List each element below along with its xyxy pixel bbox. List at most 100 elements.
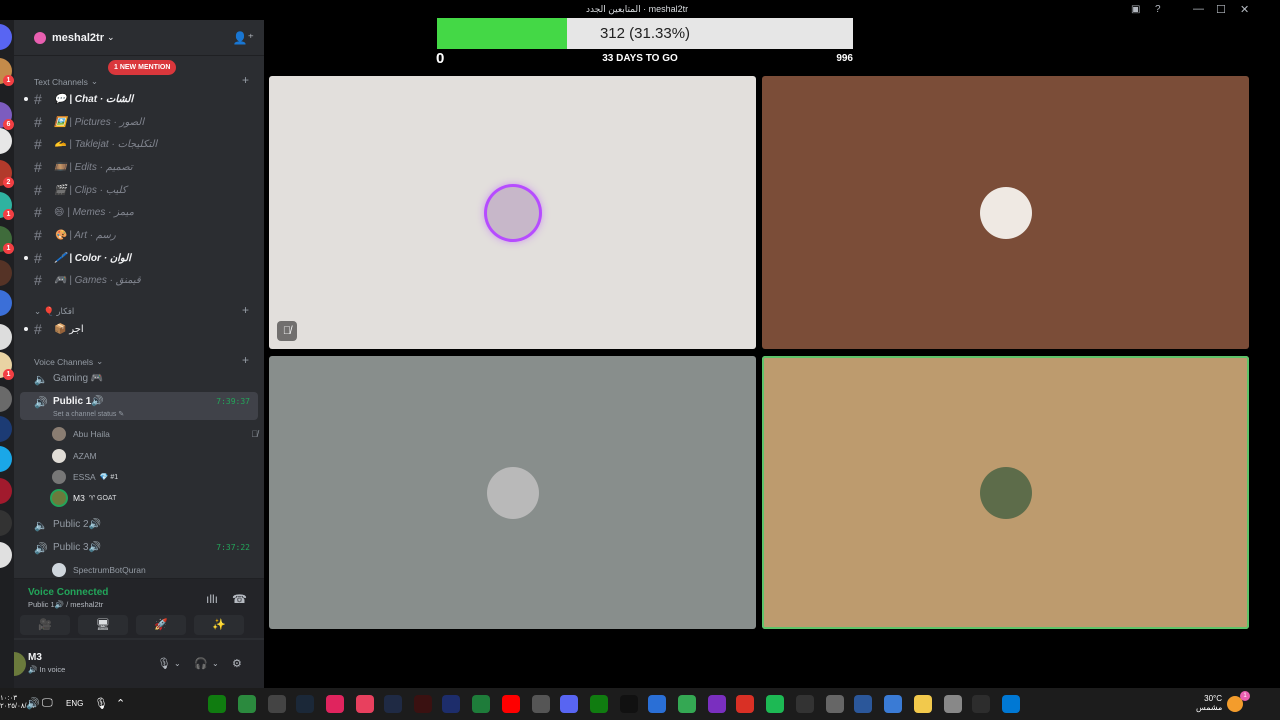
server-icon[interactable]: [0, 128, 12, 154]
server-icon[interactable]: [0, 510, 12, 536]
channel-games[interactable]: # 🎮 | Games · قيمنق: [20, 270, 258, 290]
xbox-icon[interactable]: [590, 695, 608, 713]
server-icon[interactable]: [0, 324, 12, 350]
video-tile[interactable]: [269, 356, 756, 629]
invite-people-icon[interactable]: 👤⁺: [233, 31, 254, 45]
category-ideas[interactable]: ⌄ 🎈 افكار +: [34, 303, 249, 317]
tiktok-icon[interactable]: [620, 695, 638, 713]
xbox-icon[interactable]: [208, 695, 226, 713]
home-icon[interactable]: [0, 24, 12, 50]
channel-art[interactable]: # 🎨 | Art · رسم: [20, 225, 258, 245]
category-text-channels[interactable]: Text Channels ⌄ +: [34, 73, 249, 87]
server-icon[interactable]: [0, 478, 12, 504]
channel-archive[interactable]: # 📦 اجر: [20, 319, 258, 339]
language-indicator[interactable]: ENG: [66, 699, 83, 708]
channel-chat[interactable]: # 💬 | Chat · الشات: [20, 89, 258, 109]
chevron-down-icon[interactable]: ⌄: [212, 659, 219, 668]
add-channel-icon[interactable]: +: [242, 303, 249, 317]
server-icon[interactable]: [0, 386, 12, 412]
steelseries-icon[interactable]: [268, 695, 286, 713]
file-explorer-icon[interactable]: [914, 695, 932, 713]
app-icon[interactable]: [414, 695, 432, 713]
app-icon[interactable]: [326, 695, 344, 713]
new-mention-pill[interactable]: 1 NEW MENTION: [108, 60, 177, 75]
voice-channel-gaming[interactable]: 🔈 Gaming 🎮: [20, 369, 258, 389]
channel-pictures[interactable]: # 🖼️ | Pictures · الصور: [20, 112, 258, 132]
disconnect-icon[interactable]: ☎: [232, 592, 247, 606]
edge-icon[interactable]: [884, 695, 902, 713]
camera-button[interactable]: 🎥: [20, 615, 70, 635]
discord-icon[interactable]: [560, 695, 578, 713]
avatar[interactable]: [14, 652, 26, 676]
activities-button[interactable]: 🚀: [136, 615, 186, 635]
server-icon[interactable]: 1: [0, 192, 14, 220]
calculator-icon[interactable]: [854, 695, 872, 713]
screen-share-button[interactable]: 🖥: [78, 615, 128, 635]
headphones-icon[interactable]: 🎧: [194, 657, 208, 670]
channel-edits[interactable]: # 🎞️ | Edits · تصميم: [20, 157, 258, 177]
voice-user[interactable]: ESSA 💎 #1: [52, 467, 258, 487]
chevron-up-icon[interactable]: ⌃: [116, 697, 125, 710]
server-header[interactable]: meshal2tr ⌄ 👤⁺: [14, 20, 264, 56]
close-icon[interactable]: ✕: [1240, 3, 1249, 16]
server-icon[interactable]: 1: [0, 58, 14, 86]
search-icon[interactable]: [972, 695, 990, 713]
voice-connected-subtitle[interactable]: Public 1🔊 / meshal2tr: [28, 600, 103, 609]
chevron-down-icon[interactable]: ⌄: [174, 659, 181, 668]
app-icon[interactable]: [532, 695, 550, 713]
windows-start-icon[interactable]: [1002, 695, 1020, 713]
video-tile[interactable]: 🎙̸: [269, 76, 756, 349]
gear-icon[interactable]: ⚙: [232, 657, 242, 670]
voice-user[interactable]: M3 ♈ GOAT: [52, 488, 258, 508]
add-channel-icon[interactable]: +: [242, 73, 249, 87]
minimize-icon[interactable]: —: [1193, 3, 1204, 15]
server-icon[interactable]: [0, 416, 12, 442]
davinci-icon[interactable]: [384, 695, 402, 713]
video-tile[interactable]: [762, 356, 1249, 629]
task-view-icon[interactable]: [944, 695, 962, 713]
voice-user[interactable]: Abu Haila 🎙̸: [52, 424, 258, 444]
app-icon[interactable]: [736, 695, 754, 713]
maximize-icon[interactable]: ☐: [1216, 3, 1226, 16]
channel-color[interactable]: # 🖊️ | Color · الوان: [20, 248, 258, 268]
voice-user[interactable]: AZAM: [52, 446, 258, 466]
help-icon[interactable]: ?: [1155, 4, 1161, 15]
weather-widget[interactable]: 30°C مشمس: [1196, 694, 1222, 712]
server-icon[interactable]: [0, 446, 12, 472]
server-icon[interactable]: [0, 290, 12, 316]
photos-icon[interactable]: [648, 695, 666, 713]
app-icon[interactable]: [356, 695, 374, 713]
voice-user[interactable]: SpectrumBotQuran: [52, 560, 258, 580]
app-icon[interactable]: [708, 695, 726, 713]
channel-status-button[interactable]: Set a channel status ✎: [53, 410, 124, 418]
voice-channel-public-2[interactable]: 🔈 Public 2🔊: [20, 515, 258, 535]
add-channel-icon[interactable]: +: [242, 353, 249, 367]
microphone-icon[interactable]: 🎙: [157, 657, 171, 670]
network-icon[interactable]: 🖵: [42, 697, 53, 710]
inbox-icon[interactable]: ▣: [1131, 4, 1140, 15]
app-icon[interactable]: [796, 695, 814, 713]
noise-suppression-icon[interactable]: ıllı: [206, 592, 218, 606]
soundboard-button[interactable]: ✨: [194, 615, 244, 635]
voice-channel-public-1[interactable]: 🔊 Public 1🔊 7:39:37 Set a channel status…: [20, 392, 258, 420]
youtube-icon[interactable]: [502, 695, 520, 713]
settings-icon[interactable]: [826, 695, 844, 713]
app-icon[interactable]: [442, 695, 460, 713]
channel-clips[interactable]: # 🎬 | Clips · كليب: [20, 180, 258, 200]
server-icon[interactable]: 6: [0, 102, 14, 130]
server-icon[interactable]: 2: [0, 160, 14, 188]
server-icon[interactable]: [0, 260, 12, 286]
volume-icon[interactable]: 🔊: [26, 697, 40, 710]
voice-channel-public-3[interactable]: 🔊 Public 3🔊 7:37:22: [20, 538, 258, 558]
category-voice-channels[interactable]: Voice Channels ⌄ +: [34, 353, 249, 367]
chrome-icon[interactable]: [678, 695, 696, 713]
microphone-icon[interactable]: 🎙: [94, 697, 108, 710]
channel-memes[interactable]: # 😄 | Memes · ميمز: [20, 202, 258, 222]
server-icon[interactable]: 1: [0, 226, 14, 254]
server-icon[interactable]: 1: [0, 352, 14, 380]
server-icon[interactable]: [0, 542, 12, 568]
app-icon[interactable]: [238, 695, 256, 713]
steam-icon[interactable]: [296, 695, 314, 713]
channel-taklejat[interactable]: # 🫴 | Taklejat · التكليجات: [20, 134, 258, 154]
video-tile[interactable]: [762, 76, 1249, 349]
